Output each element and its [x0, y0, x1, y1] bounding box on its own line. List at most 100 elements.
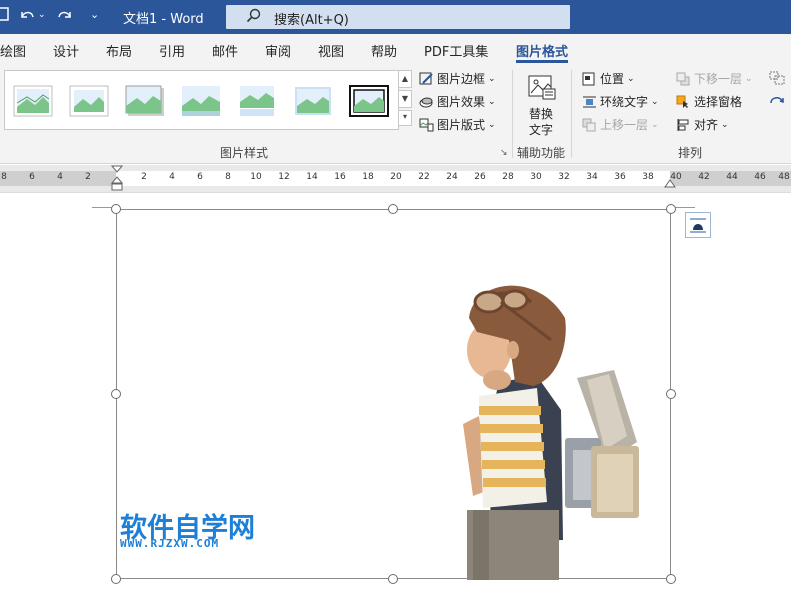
resize-handle-bottom-right[interactable] [666, 574, 676, 584]
tab-draw[interactable]: 绘图 [0, 41, 26, 60]
picture-border-button[interactable]: 图片边框 ⌄ [419, 70, 496, 87]
tab-help[interactable]: 帮助 [371, 41, 397, 60]
picture-style-thick-black-frame[interactable] [349, 85, 389, 117]
resize-handle-top-left[interactable] [111, 204, 121, 214]
selection-pane-icon [676, 95, 691, 109]
ruler-tick: 32 [558, 172, 570, 182]
picture-style-white-frame[interactable] [69, 85, 109, 117]
ruler-tick: 16 [334, 172, 346, 182]
ruler-tick: 38 [642, 172, 654, 182]
gallery-more-icon[interactable]: ▾ [398, 110, 412, 126]
wrap-text-icon [582, 95, 597, 109]
ruler-tick: 46 [754, 172, 766, 182]
gallery-scroll: ▲ ▼ ▾ [398, 70, 414, 130]
ruler-tick: 42 [698, 172, 710, 182]
gallery-scroll-up-icon[interactable]: ▲ [398, 70, 412, 88]
ruler-tick: 6 [29, 172, 35, 182]
tab-references[interactable]: 引用 [159, 41, 185, 60]
selection-pane-button[interactable]: 选择窗格 [676, 93, 742, 110]
ruler-tick: 4 [57, 172, 63, 182]
selected-picture[interactable]: 软件自学网 WWW.RJZXW.COM [116, 209, 671, 580]
pen-icon [419, 72, 434, 86]
selection-pane-label: 选择窗格 [694, 95, 743, 109]
undo-dropdown-icon[interactable]: ⌄ [38, 10, 46, 20]
ruler-tick: 30 [530, 172, 542, 182]
resize-handle-right[interactable] [666, 389, 676, 399]
group-objects-icon[interactable] [768, 70, 788, 90]
picture-style-shadow[interactable] [125, 85, 165, 117]
tab-pdf-tools[interactable]: PDF工具集 [424, 41, 488, 60]
accessibility-group-label: 辅助功能 [517, 146, 566, 160]
ruler-tick: 26 [474, 172, 486, 182]
horizontal-ruler[interactable]: 8 6 4 2 2 4 6 8 10 12 14 16 18 20 22 24 … [0, 165, 791, 192]
picture-style-simple-frame[interactable] [13, 85, 53, 117]
position-button[interactable]: 位置 ⌄ [582, 70, 635, 87]
alt-text-label-line1: 替换 [529, 107, 554, 121]
tab-mailings[interactable]: 邮件 [212, 41, 238, 60]
ruler-tick: 8 [1, 172, 7, 182]
chevron-down-icon: ⌄ [745, 73, 753, 84]
tab-design[interactable]: 设计 [53, 41, 79, 60]
resize-handle-bottom-left[interactable] [111, 574, 121, 584]
ruler-tick: 24 [446, 172, 458, 182]
picture-layout-icon [419, 118, 434, 132]
picture-effects-button[interactable]: 图片效果 ⌄ [419, 93, 496, 110]
title-bar: ⌄ ⌄ 文档1 - Word 搜索(Alt+Q) [0, 0, 791, 34]
wrap-text-button[interactable]: 环绕文字 ⌄ [582, 93, 659, 110]
chevron-down-icon: ⌄ [627, 73, 635, 84]
ruler-tick: 34 [586, 172, 598, 182]
tab-layout[interactable]: 布局 [106, 41, 132, 60]
resize-handle-top-right[interactable] [666, 204, 676, 214]
search-box[interactable]: 搜索(Alt+Q) [226, 5, 570, 29]
chevron-down-icon: ⌄ [488, 96, 496, 107]
resize-handle-left[interactable] [111, 389, 121, 399]
ruler-tick: 28 [502, 172, 514, 182]
group-separator [512, 70, 513, 158]
ribbon-tabs: 绘图 设计 布局 引用 邮件 审阅 视图 帮助 PDF工具集 图片格式 [0, 34, 791, 64]
picture-layout-button[interactable]: 图片版式 ⌄ [419, 116, 496, 133]
ruler-tick: 22 [418, 172, 430, 182]
tab-review[interactable]: 审阅 [265, 41, 291, 60]
chevron-down-icon: ⌄ [488, 119, 496, 130]
ruler-tick: 12 [278, 172, 290, 182]
active-tab-indicator [516, 60, 568, 63]
resize-handle-top[interactable] [388, 204, 398, 214]
group-separator [571, 70, 572, 158]
position-label: 位置 [600, 72, 625, 86]
send-backward-icon [676, 72, 691, 86]
customize-quick-access-icon[interactable]: ⌄ [90, 8, 99, 21]
chevron-down-icon: ⌄ [488, 73, 496, 84]
align-button[interactable]: 对齐 ⌄ [676, 116, 729, 133]
bring-forward-icon [582, 118, 597, 132]
undo-icon[interactable] [18, 6, 36, 28]
picture-styles-gallery [4, 70, 399, 130]
position-icon [582, 72, 597, 86]
rotate-icon[interactable] [768, 93, 788, 113]
redo-icon[interactable] [56, 6, 74, 28]
align-label: 对齐 [694, 118, 719, 132]
chevron-down-icon: ⌄ [721, 119, 729, 130]
document-page[interactable]: 软件自学网 WWW.RJZXW.COM [0, 192, 791, 615]
picture-style-soft-edge[interactable] [181, 85, 221, 117]
save-icon[interactable] [0, 6, 10, 26]
tab-view[interactable]: 视图 [318, 41, 344, 60]
ruler-tick: 8 [225, 172, 231, 182]
picture-style-glow[interactable] [293, 85, 333, 117]
alt-text-button[interactable]: 替换 文字 [519, 72, 565, 142]
ruler-tick: 18 [362, 172, 374, 182]
picture-style-reflection[interactable] [237, 85, 277, 117]
resize-handle-bottom[interactable] [388, 574, 398, 584]
picture-border-label: 图片边框 [437, 72, 486, 86]
ribbon: ▲ ▼ ▾ 图片边框 ⌄ 图片效果 ⌄ 图片版式 ⌄ 图片样式 ↘ 替换 文字 … [0, 64, 791, 164]
chevron-down-icon: ⌄ [651, 96, 659, 107]
search-icon [246, 8, 262, 28]
dialog-launcher-icon[interactable]: ↘ [500, 148, 508, 158]
tab-picture-format[interactable]: 图片格式 [516, 41, 568, 60]
alt-text-icon [527, 74, 557, 106]
layout-options-icon [689, 216, 707, 238]
alt-text-label-line2: 文字 [529, 123, 554, 137]
layout-options-button[interactable] [685, 212, 711, 238]
bring-forward-button[interactable]: 上移一层 ⌄ [582, 116, 659, 133]
gallery-scroll-down-icon[interactable]: ▼ [398, 90, 412, 108]
send-backward-button[interactable]: 下移一层 ⌄ [676, 70, 753, 87]
